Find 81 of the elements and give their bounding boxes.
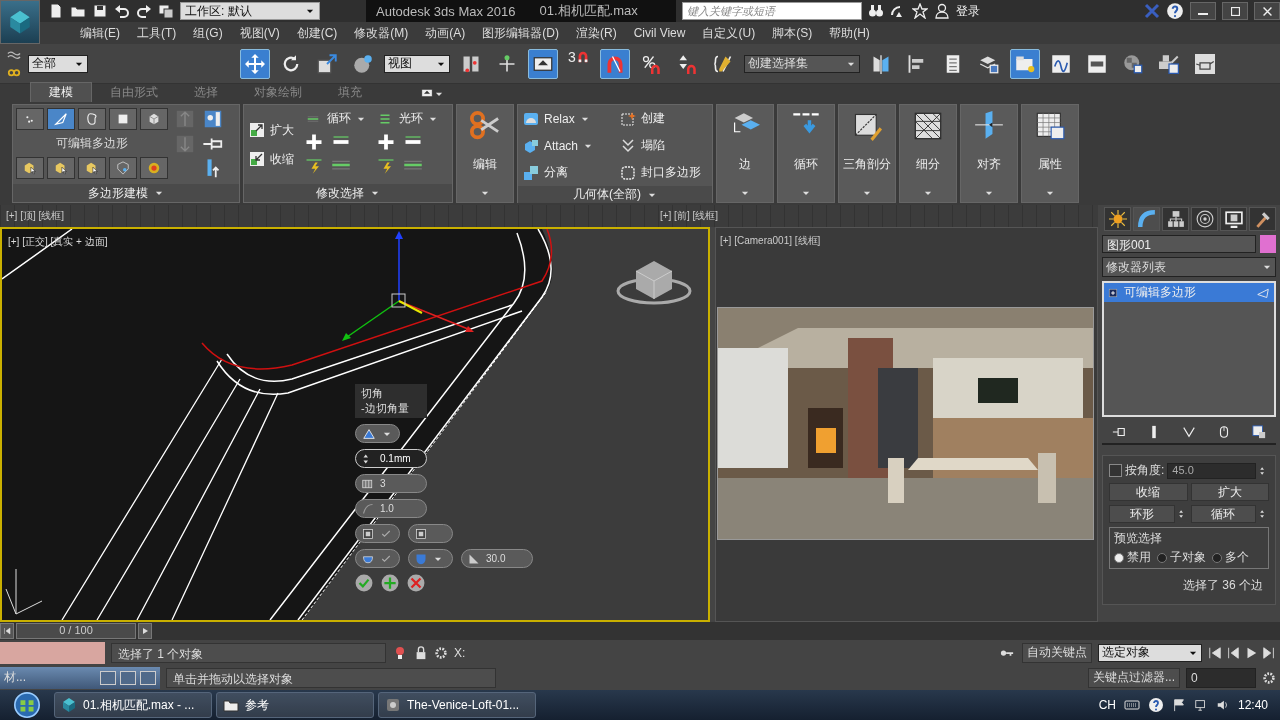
viewport-label[interactable]: [+] [Camera001] [线框] <box>720 234 821 248</box>
ring-button[interactable]: 光环 <box>374 108 440 129</box>
menu-item[interactable]: 视图(V) <box>239 24 280 42</box>
chamfer-amount-field[interactable]: 0.1mm <box>355 449 427 468</box>
viewport-label: [+] [前] [线框] <box>659 209 718 223</box>
menu-item[interactable]: 图形编辑器(D) <box>482 24 559 42</box>
file-name: 01.相机匹配.max <box>539 2 638 20</box>
radio-option[interactable]: 多个 <box>1212 549 1249 566</box>
viewport[interactable]: [+] [正交] [真实 + 边面] 切角 -边切角量 0.1mm 3 1.0 30.0 <box>0 227 710 622</box>
ribbon-large-button[interactable]: 对齐 <box>960 104 1018 203</box>
object-type-label: 可编辑多边形 <box>55 135 129 152</box>
tension-field[interactable]: 1.0 <box>355 499 427 518</box>
named-selection-dropdown[interactable]: 创建选择集 <box>744 54 860 73</box>
menu-item[interactable]: 脚本(S) <box>772 24 813 42</box>
by-angle-label: 按角度: <box>1125 462 1165 479</box>
ribbon-large-button[interactable]: 循环 <box>777 104 835 203</box>
mini-window-title[interactable]: 材... <box>4 669 26 686</box>
selection-filter-dropdown[interactable]: 全部 <box>28 54 88 73</box>
language-indicator[interactable]: CH <box>1098 698 1116 712</box>
grow-button[interactable]: 扩大 <box>247 119 296 141</box>
menu-item[interactable]: 自定义(U) <box>702 24 756 42</box>
menu-item[interactable]: 编辑(E) <box>80 24 120 42</box>
group-title: 预览选择 <box>1114 530 1163 547</box>
viewport-label[interactable]: [+] [正交] [真实 + 边面] <box>8 235 108 249</box>
taskbar-button[interactable]: 参考 <box>216 692 374 718</box>
modifier-list-dropdown[interactable]: 修改器列表 <box>1102 257 1276 277</box>
prompt-field: 单击并拖动以选择对象 <box>166 667 496 688</box>
radio-option[interactable]: 禁用 <box>1114 549 1151 566</box>
menu-item[interactable]: 帮助(H) <box>829 24 870 42</box>
workspace-dropdown[interactable]: 工作区: 默认 <box>180 2 320 20</box>
clock[interactable]: 12:40 <box>1237 698 1268 712</box>
viewport[interactable]: [+] [Camera001] [线框] <box>715 227 1098 622</box>
radio-option[interactable]: 子对象 <box>1157 549 1206 566</box>
app-name: Autodesk 3ds Max 2016 <box>376 3 516 19</box>
taskbar-button[interactable]: The-Venice-Loft-01... <box>378 692 536 718</box>
shrink-button[interactable]: 收缩 <box>247 148 296 170</box>
panel-button[interactable]: 环形 <box>1109 505 1175 523</box>
segments-field[interactable]: 3 <box>355 474 427 493</box>
search-field[interactable]: 键入关键字或短语 <box>682 2 862 20</box>
snap-toggle-button[interactable]: 3 <box>564 48 594 79</box>
smooth-threshold-field[interactable]: 30.0 <box>461 549 533 568</box>
viewport-label: [+] [顶] [线框] <box>6 209 65 223</box>
caddy-title: 切角 <box>361 386 384 401</box>
taskbar-button[interactable]: 01.相机匹配.max - ... <box>54 692 212 718</box>
selection-info-text: 选择了 36 个边 <box>1182 577 1264 594</box>
menu-item[interactable]: 创建(C) <box>296 24 338 42</box>
object-name-field[interactable]: 图形001 <box>1102 235 1256 253</box>
ribbon-large-button[interactable]: 边 <box>716 104 774 203</box>
loop-button[interactable]: 循环 <box>302 108 368 129</box>
menu-item[interactable]: 修改器(M) <box>354 24 409 42</box>
panel-button[interactable]: 循环 <box>1190 505 1256 523</box>
panel-button[interactable]: 收缩 <box>1109 483 1188 501</box>
auto-key-button[interactable]: 自动关键点 <box>1022 642 1092 663</box>
menu-item[interactable]: Civil View <box>633 26 686 40</box>
geometry-button[interactable]: Relax <box>521 108 612 129</box>
geometry-button[interactable]: 分离 <box>521 162 612 183</box>
ribbon-tab[interactable]: 建模 <box>30 82 92 102</box>
caddy-subtitle: -边切角量 <box>361 401 410 416</box>
geometry-button[interactable]: Attach <box>521 135 612 156</box>
coordinate-label: X: <box>454 645 466 660</box>
ribbon-large-button[interactable]: 细分 <box>899 104 957 203</box>
ribbon-large-button[interactable]: 三角剖分 <box>838 104 896 203</box>
angle-field[interactable]: 45.0 <box>1167 462 1256 479</box>
modifier-stack-item[interactable]: 可编辑多边形 <box>1104 283 1274 302</box>
menu-item[interactable]: 动画(A) <box>425 24 466 42</box>
reference-coordinate-dropdown[interactable]: 视图 <box>384 54 450 73</box>
status-field: 选择了 1 个对象 <box>111 642 386 663</box>
menu-item[interactable]: 渲染(R) <box>576 24 617 42</box>
key-filters-button[interactable]: 关键点过滤器... <box>1088 667 1180 688</box>
panel-button[interactable]: 扩大 <box>1190 483 1269 501</box>
menu-item[interactable]: 工具(T) <box>137 24 177 42</box>
edit-button[interactable]: 编辑 <box>456 104 514 203</box>
time-slider-thumb[interactable]: 0 / 100 <box>16 623 136 639</box>
sign-in-link[interactable]: 登录 <box>956 2 980 20</box>
geometry-button[interactable]: 创建 <box>618 108 709 129</box>
menu-item[interactable]: 组(G) <box>193 24 223 42</box>
geometry-button[interactable]: 封口多边形 <box>618 162 709 183</box>
key-set-dropdown[interactable]: 选定对象 <box>1098 643 1202 662</box>
geometry-button[interactable]: 塌陷 <box>618 135 709 156</box>
ribbon-large-button[interactable]: 属性 <box>1021 104 1079 203</box>
frame-field[interactable]: 0 <box>1186 667 1256 688</box>
